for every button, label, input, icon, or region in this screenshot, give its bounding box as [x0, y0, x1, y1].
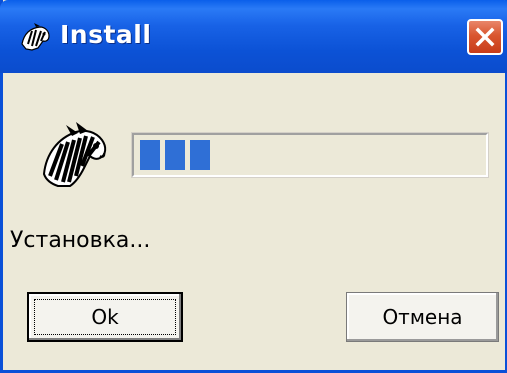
close-button[interactable] [467, 19, 503, 55]
progress-fill [140, 140, 210, 170]
progress-block [190, 140, 210, 170]
close-icon [475, 27, 495, 47]
status-text: Установка... [10, 228, 151, 253]
zebra-icon [18, 22, 52, 52]
zebra-icon [36, 120, 112, 190]
ok-button[interactable]: Ok [27, 292, 183, 342]
cancel-button[interactable]: Отмена [346, 292, 499, 342]
title-bar[interactable]: Install [0, 0, 507, 73]
install-progress-bar [131, 132, 489, 178]
progress-block [140, 140, 160, 170]
install-dialog: Install Установка... Ok Отмена [0, 0, 507, 373]
ok-button-label: Ok [91, 305, 119, 329]
cancel-button-label: Отмена [382, 305, 463, 329]
window-title: Install [60, 20, 152, 49]
progress-block [165, 140, 185, 170]
